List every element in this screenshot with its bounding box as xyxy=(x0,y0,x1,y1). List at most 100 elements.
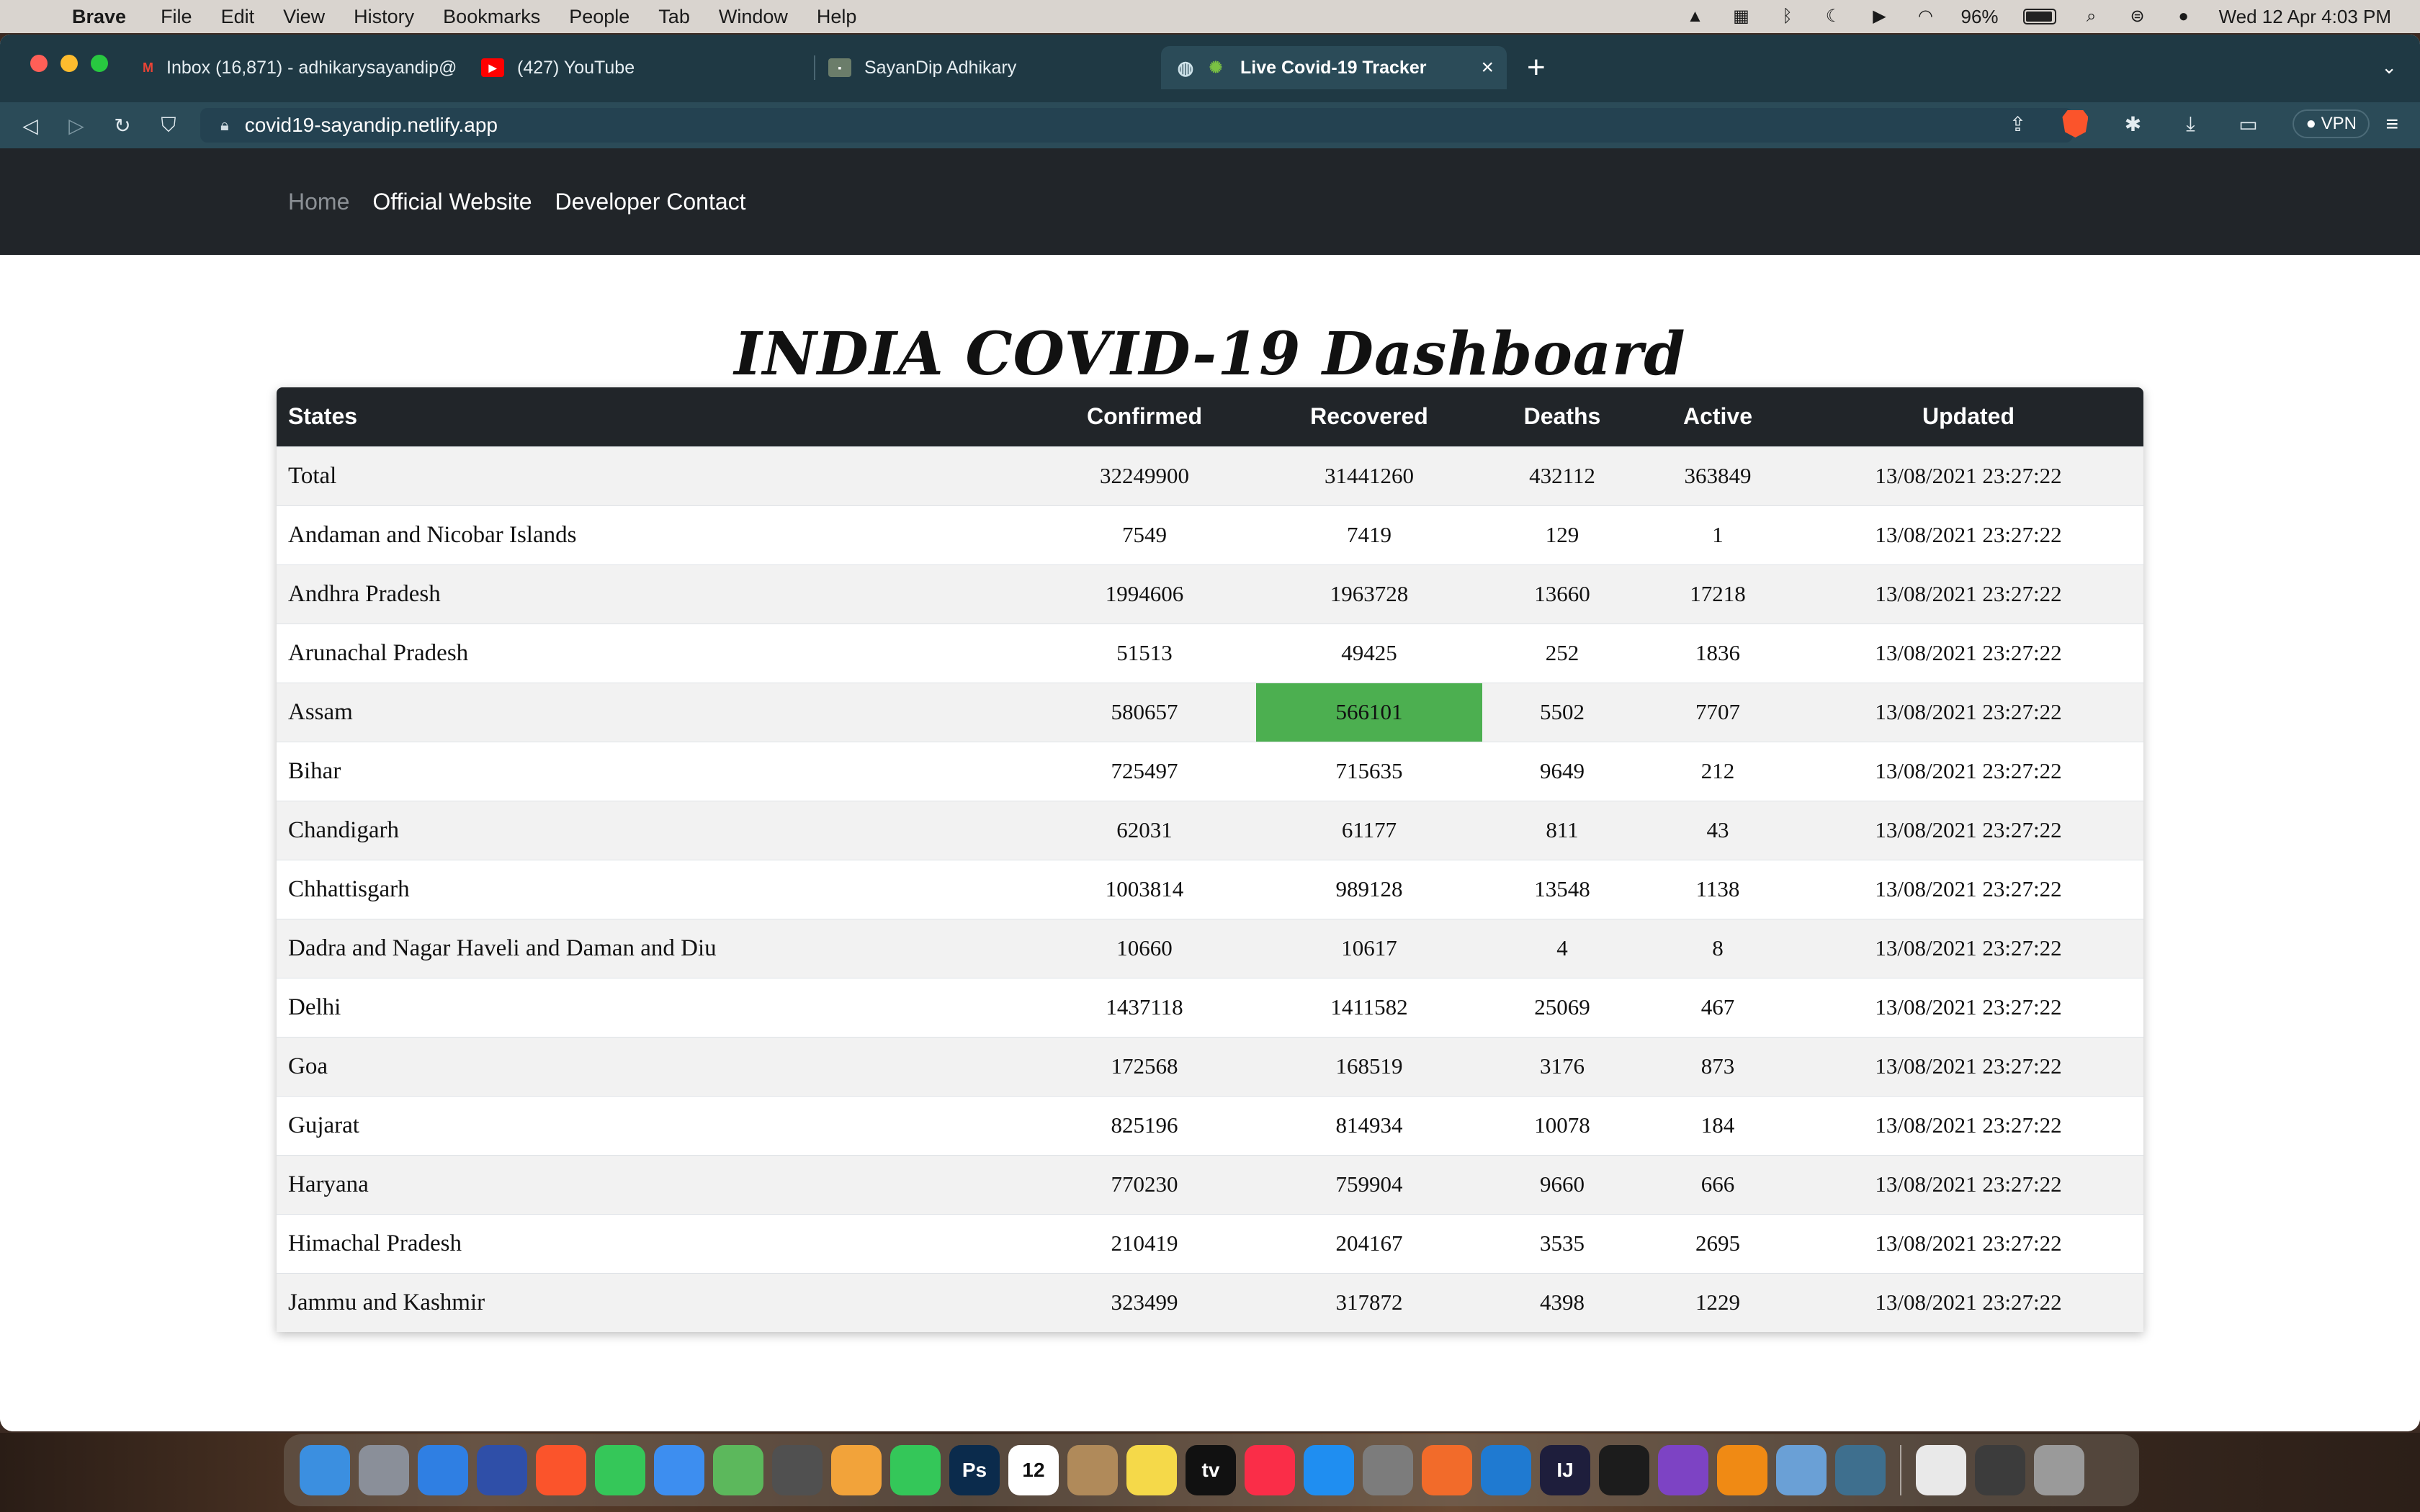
table-row[interactable]: Haryana 770230 759904 9660 666 13/08/2021 23:… xyxy=(277,1154,2143,1214)
table-row[interactable]: Assam 580657 566101 5502 7707 13/08/2021 23:2… xyxy=(277,682,2143,742)
cell-confirmed: 770230 xyxy=(1033,1154,1256,1214)
music-icon[interactable] xyxy=(1245,1445,1295,1495)
firefox-icon[interactable] xyxy=(477,1445,527,1495)
clock[interactable]: Wed 12 Apr 4:03 PM xyxy=(2219,6,2391,28)
cell-states: Haryana xyxy=(277,1154,1033,1214)
calculator-icon[interactable] xyxy=(772,1445,823,1495)
table-row[interactable]: Gujarat 825196 814934 10078 184 13/08/2021 23… xyxy=(277,1095,2143,1155)
moon-icon[interactable]: ☾ xyxy=(1823,7,1845,26)
menu-edit[interactable]: Edit xyxy=(221,6,255,28)
search-icon[interactable]: ⌕ xyxy=(2081,7,2102,26)
table-row[interactable]: Bihar 725497 715635 9649 212 13/08/2021 23:27… xyxy=(277,741,2143,801)
menu-bookmarks[interactable]: Bookmarks xyxy=(443,6,540,28)
menu-people[interactable]: People xyxy=(569,6,629,28)
table-row[interactable]: Andaman and Nicobar Islands 7549 7419 129 1 1… xyxy=(277,505,2143,564)
keyboard-icon[interactable]: ▦ xyxy=(1731,7,1752,26)
tab-gmail[interactable]: M Inbox (16,871) - adhikarysayandip@ xyxy=(130,46,468,89)
system-preferences-icon[interactable] xyxy=(1363,1445,1413,1495)
table-row[interactable]: Andhra Pradesh 1994606 1963728 13660 17218 13… xyxy=(277,564,2143,624)
header-updated[interactable]: Updated xyxy=(1793,387,2143,446)
new-tab-button[interactable]: + xyxy=(1527,52,1546,84)
menu-tab[interactable]: Tab xyxy=(658,6,690,28)
wifi-icon[interactable]: ◠ xyxy=(1915,7,1937,26)
menu-app-name[interactable]: Brave xyxy=(72,6,126,28)
notes-icon[interactable] xyxy=(1126,1445,1177,1495)
siri-icon[interactable]: ● xyxy=(2173,7,2195,26)
calendar-icon[interactable]: 12 xyxy=(1008,1445,1059,1495)
vlc-icon[interactable] xyxy=(1717,1445,1767,1495)
contacts-icon[interactable] xyxy=(1067,1445,1118,1495)
finder-icon[interactable] xyxy=(300,1445,350,1495)
vscode-icon[interactable] xyxy=(1481,1445,1531,1495)
zoom-window-button[interactable] xyxy=(91,55,108,72)
table-row[interactable]: Chandigarh 62031 61177 811 43 13/08/2021 23:2… xyxy=(277,800,2143,860)
table-row[interactable]: Goa 172568 168519 3176 873 13/08/2021 23:27:2… xyxy=(277,1036,2143,1096)
vlc-icon[interactable]: ▲ xyxy=(1685,7,1706,26)
menu-icon[interactable]: ≡ xyxy=(2385,112,2398,137)
virtualbox-icon[interactable] xyxy=(1776,1445,1827,1495)
address-bar[interactable]: 🔒︎ covid19-sayandip.netlify.app xyxy=(200,108,2073,143)
nav-official-website[interactable]: Official Website xyxy=(372,189,532,215)
header-states[interactable]: States xyxy=(277,387,1033,446)
battery-icon[interactable] xyxy=(2022,9,2056,24)
bookmark-button[interactable]: ⛉ xyxy=(145,114,192,138)
vpn-button[interactable]: ● VPN xyxy=(2293,109,2370,138)
trash-icon[interactable] xyxy=(2034,1445,2084,1495)
safari-icon[interactable] xyxy=(418,1445,468,1495)
github-desktop-icon[interactable] xyxy=(1658,1445,1708,1495)
tab-covid-tracker[interactable]: ◍ ✺ Live Covid-19 Tracker × xyxy=(1161,46,1507,89)
photos-icon[interactable] xyxy=(831,1445,882,1495)
covid-table: States Confirmed Recovered Deaths Active… xyxy=(277,387,2143,1332)
sketch-icon[interactable] xyxy=(1422,1445,1472,1495)
back-button[interactable]: ◁ xyxy=(7,114,53,138)
menu-view[interactable]: View xyxy=(283,6,325,28)
share-icon[interactable]: ⇪ xyxy=(2004,112,2030,136)
close-tab-icon[interactable]: × xyxy=(1481,55,1494,80)
control-center-icon[interactable]: ⊜ xyxy=(2127,7,2148,26)
mail-icon[interactable] xyxy=(654,1445,704,1495)
maps-icon[interactable] xyxy=(713,1445,763,1495)
table-row[interactable]: Total 32249900 31441260 432112 363849 13/08/2… xyxy=(277,446,2143,505)
table-row[interactable]: Jammu and Kashmir 323499 317872 4398 1229 13/… xyxy=(277,1272,2143,1332)
menu-window[interactable]: Window xyxy=(719,6,788,28)
menu-file[interactable]: File xyxy=(161,6,192,28)
apple-tv-icon[interactable]: tv xyxy=(1186,1445,1236,1495)
table-row[interactable]: Chhattisgarh 1003814 989128 13548 1138 13/08/… xyxy=(277,859,2143,919)
document-icon[interactable] xyxy=(1916,1445,1966,1495)
table-row[interactable]: Dadra and Nagar Haveli and Daman and Diu… xyxy=(277,918,2143,978)
brave-icon[interactable] xyxy=(536,1445,586,1495)
nav-home[interactable]: Home xyxy=(288,189,349,215)
extensions-icon[interactable]: ✱ xyxy=(2120,112,2146,136)
menu-help[interactable]: Help xyxy=(817,6,857,28)
cell-updated: 13/08/2021 23:27:22 xyxy=(1793,623,2143,683)
header-confirmed[interactable]: Confirmed xyxy=(1033,387,1256,446)
chevron-down-icon[interactable]: ⌄ xyxy=(2381,56,2397,78)
header-recovered[interactable]: Recovered xyxy=(1256,387,1482,446)
forward-button[interactable]: ▷ xyxy=(53,114,99,138)
close-window-button[interactable] xyxy=(30,55,48,72)
messages-icon[interactable] xyxy=(595,1445,645,1495)
tab-youtube[interactable]: ▶ (427) YouTube xyxy=(468,46,814,89)
bluetooth-icon[interactable]: ᛒ xyxy=(1777,7,1798,26)
wallet-icon[interactable]: ▭ xyxy=(2235,112,2261,136)
app-store-icon[interactable] xyxy=(1304,1445,1354,1495)
reload-button[interactable]: ↻ xyxy=(99,114,145,138)
photoshop-icon[interactable]: Ps xyxy=(949,1445,1000,1495)
table-row[interactable]: Arunachal Pradesh 51513 49425 252 1836 13/08/… xyxy=(277,623,2143,683)
intellij-icon[interactable]: IJ xyxy=(1540,1445,1590,1495)
facetime-icon[interactable] xyxy=(890,1445,941,1495)
table-row[interactable]: Himachal Pradesh 210419 204167 3535 2695 13/0… xyxy=(277,1213,2143,1273)
table-row[interactable]: Delhi 1437118 1411582 25069 467 13/08/2021 23… xyxy=(277,977,2143,1037)
minimize-window-button[interactable] xyxy=(60,55,78,72)
screenshot-stack-icon[interactable] xyxy=(1975,1445,2025,1495)
download-icon[interactable]: ⤓ xyxy=(2177,112,2203,136)
nav-developer-contact[interactable]: Developer Contact xyxy=(555,189,745,215)
mysql-workbench-icon[interactable] xyxy=(1835,1445,1886,1495)
play-icon[interactable]: ▶ xyxy=(1869,7,1891,26)
terminal-icon[interactable] xyxy=(1599,1445,1649,1495)
header-active[interactable]: Active xyxy=(1642,387,1793,446)
header-deaths[interactable]: Deaths xyxy=(1482,387,1642,446)
tab-sayandip[interactable]: ▪ SayanDip Adhikary xyxy=(815,46,1161,89)
launchpad-icon[interactable] xyxy=(359,1445,409,1495)
menu-history[interactable]: History xyxy=(354,6,414,28)
